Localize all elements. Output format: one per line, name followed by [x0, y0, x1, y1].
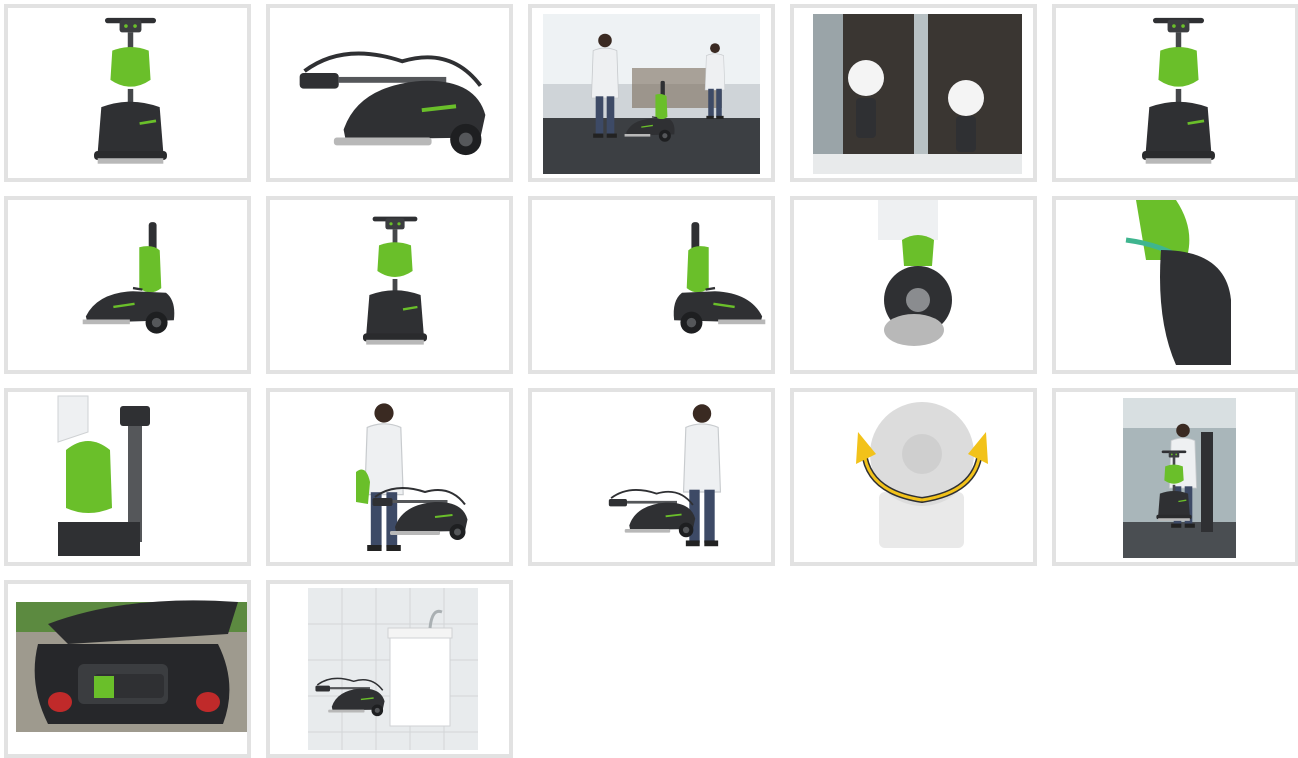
gallery-thumbnail-10[interactable]	[1052, 196, 1298, 374]
thumbnail-image	[270, 8, 509, 178]
thumbnail-image	[1125, 200, 1231, 365]
thumbnail-image	[361, 215, 429, 346]
thumbnail-image	[607, 403, 722, 547]
gallery-thumbnail-7[interactable]	[266, 196, 513, 374]
gallery-thumbnail-11[interactable]	[4, 388, 251, 566]
thumbnail-image	[672, 220, 767, 336]
thumbnail-image	[57, 395, 178, 556]
thumbnail-image	[1123, 398, 1236, 558]
thumbnail-image	[543, 14, 760, 174]
thumbnail-image	[81, 220, 176, 336]
thumbnail-image	[16, 600, 247, 732]
gallery-thumbnail-1[interactable]	[4, 4, 251, 182]
gallery-thumbnail-15[interactable]	[1052, 388, 1298, 566]
thumbnail-image	[813, 14, 1022, 174]
gallery-thumbnail-8[interactable]	[528, 196, 775, 374]
gallery-thumbnail-2[interactable]	[266, 4, 513, 182]
gallery-thumbnail-16[interactable]	[4, 580, 251, 758]
thumbnail-image	[878, 200, 952, 346]
gallery-thumbnail-6[interactable]	[4, 196, 251, 374]
gallery-thumbnail-17[interactable]	[266, 580, 513, 758]
gallery-thumbnail-14[interactable]	[790, 388, 1037, 566]
thumbnail-image	[1140, 16, 1217, 166]
gallery-thumbnail-9[interactable]	[790, 196, 1037, 374]
thumbnail-image	[92, 16, 169, 166]
gallery-thumbnail-5[interactable]	[1052, 4, 1298, 182]
thumbnail-image	[856, 402, 988, 548]
gallery-thumbnail-12[interactable]	[266, 388, 513, 566]
thumbnail-image	[356, 402, 469, 552]
thumbnail-image	[308, 588, 478, 750]
gallery-thumbnail-3[interactable]	[528, 4, 775, 182]
gallery-thumbnail-13[interactable]	[528, 388, 775, 566]
gallery-thumbnail-4[interactable]	[790, 4, 1037, 182]
